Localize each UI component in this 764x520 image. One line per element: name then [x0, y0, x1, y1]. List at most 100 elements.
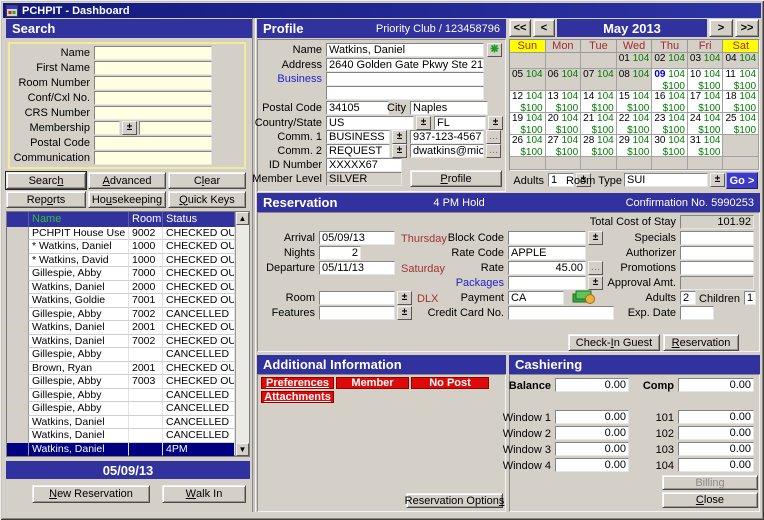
walk-in-button[interactable]: Walk In: [162, 485, 246, 503]
guest-table-row[interactable]: Watkins, Daniel2000CHECKED OUT: [7, 281, 235, 294]
search-button[interactable]: Search: [6, 172, 86, 189]
advanced-button[interactable]: Advanced: [88, 172, 166, 189]
calendar-day-cell[interactable]: 04104: [723, 53, 759, 69]
guest-table-row[interactable]: Gillespie, Abby7002CANCELLED: [7, 308, 235, 321]
guest-table-row[interactable]: Watkins, Daniel2001CHECKED OUT: [7, 321, 235, 334]
search-first-name-input[interactable]: [94, 61, 212, 75]
business-field-2[interactable]: [326, 86, 484, 100]
comm2-value-field[interactable]: dwatkins@micros: [410, 144, 484, 158]
calendar-day-cell[interactable]: 09104$100: [652, 69, 688, 91]
business-label[interactable]: Business: [246, 72, 322, 86]
calendar-day-cell[interactable]: 05104: [510, 69, 546, 91]
id-number-field[interactable]: XXXXX67: [326, 158, 402, 172]
profile-button[interactable]: Profile: [410, 170, 502, 187]
calendar-day-cell[interactable]: 25104$100: [723, 113, 759, 135]
guest-table-row[interactable]: Watkins, Goldie7001CHECKED OUT: [7, 294, 235, 307]
country-dropdown-button[interactable]: ±: [416, 116, 431, 130]
room-type-qb-dropdown-button[interactable]: ±: [710, 173, 725, 187]
calendar-day-cell[interactable]: 27104$100: [546, 135, 582, 157]
calendar-day-cell[interactable]: 29104$100: [617, 135, 653, 157]
business-field-1[interactable]: [326, 72, 484, 86]
search-room-number-input[interactable]: [94, 76, 212, 90]
city-field[interactable]: Naples: [410, 101, 488, 115]
specials-field[interactable]: [680, 231, 754, 245]
calendar-prev-button[interactable]: <: [533, 19, 555, 37]
packages-label[interactable]: Packages: [420, 276, 504, 290]
payment-field[interactable]: CA: [508, 291, 564, 305]
guest-table-row[interactable]: Watkins, DanielCANCELLED: [7, 429, 235, 442]
features-field[interactable]: [319, 306, 395, 320]
comm1-value-field[interactable]: 937-123-4567: [410, 130, 484, 144]
search-membership-type-input[interactable]: [94, 121, 120, 135]
search-crs-number-input[interactable]: [94, 106, 212, 120]
new-reservation-button[interactable]: New Reservation: [32, 485, 150, 503]
children-field[interactable]: 1: [744, 291, 756, 305]
guest-table-row[interactable]: Brown, Ryan2001CHECKED OUT: [7, 362, 235, 375]
guest-table-row[interactable]: Watkins, Daniel4PM: [7, 443, 235, 456]
search-membership-number-input[interactable]: [139, 121, 212, 135]
search-conf-cxl-input[interactable]: [94, 91, 212, 105]
profile-postal-code-field[interactable]: 34105: [326, 101, 389, 115]
features-dropdown-button[interactable]: ±: [397, 306, 412, 320]
calendar-day-cell[interactable]: 31104$100: [688, 135, 724, 157]
adults-field[interactable]: 2: [680, 291, 696, 305]
calendar-day-cell[interactable]: 20104$100: [546, 113, 582, 135]
preferences-badge[interactable]: Preferences: [261, 377, 334, 389]
comm1-ellipsis-button[interactable]: …: [486, 130, 501, 144]
comm1-dropdown-button[interactable]: ±: [392, 130, 407, 144]
close-button[interactable]: Close: [662, 492, 758, 508]
calendar-day-cell[interactable]: 23104$100: [652, 113, 688, 135]
calendar-day-cell[interactable]: 17104$100: [688, 91, 724, 113]
profile-name-field[interactable]: Watkins, Daniel: [326, 43, 484, 57]
search-postal-code-input[interactable]: [94, 136, 212, 150]
member-badge[interactable]: Member: [336, 377, 409, 389]
calendar-day-cell[interactable]: 08104: [617, 69, 653, 91]
calendar-day-cell[interactable]: 19104$100: [510, 113, 546, 135]
state-dropdown-button[interactable]: ±: [488, 116, 503, 130]
guest-table-row[interactable]: Watkins, Daniel7002CHECKED OUT: [7, 335, 235, 348]
calendar-next-button[interactable]: >: [709, 19, 733, 37]
status-column-header[interactable]: Status: [163, 212, 235, 227]
comm2-dropdown-button[interactable]: ±: [392, 144, 407, 158]
no-post-badge[interactable]: No Post: [411, 377, 489, 389]
go-button[interactable]: Go >: [726, 172, 758, 189]
attachments-badge[interactable]: Attachments: [261, 391, 334, 403]
reservation-options-button[interactable]: Reservation Options: [406, 493, 503, 508]
comm2-ellipsis-button[interactable]: …: [486, 144, 501, 158]
reports-button[interactable]: Reports: [6, 191, 86, 208]
calendar-day-cell[interactable]: 02104: [652, 53, 688, 69]
guest-table-row[interactable]: PCHPIT House Use9002CHECKED OUT: [7, 227, 235, 240]
calendar-day-cell[interactable]: 07104: [581, 69, 617, 91]
calendar-day-cell[interactable]: 13104$100: [546, 91, 582, 113]
departure-field[interactable]: 05/11/13: [319, 261, 395, 275]
housekeeping-button[interactable]: Housekeeping: [88, 191, 166, 208]
exp-date-field[interactable]: [680, 306, 714, 320]
address-field[interactable]: 2640 Golden Gate Pkwy Ste 211: [326, 58, 484, 72]
guest-table-row[interactable]: Gillespie, AbbyCANCELLED: [7, 348, 235, 361]
calendar-day-cell[interactable]: 01104: [617, 53, 653, 69]
room-column-header[interactable]: Room: [129, 212, 163, 227]
guest-table-row[interactable]: * Watkins, David1000CHECKED OUT: [7, 254, 235, 267]
promotions-field[interactable]: [680, 261, 754, 275]
guest-table-row[interactable]: Gillespie, Abby7003CHECKED OUT: [7, 375, 235, 388]
guest-table-row[interactable]: * Watkins, Daniel1000CHECKED OUT: [7, 240, 235, 253]
search-name-input[interactable]: [94, 46, 212, 60]
comm2-type-field[interactable]: REQUEST: [326, 144, 390, 158]
calendar-day-cell[interactable]: 10104$100: [688, 69, 724, 91]
arrival-field[interactable]: 05/09/13: [319, 231, 395, 245]
room-type-qb-field[interactable]: SUI: [624, 173, 708, 187]
calendar-day-cell[interactable]: 11104$100: [723, 69, 759, 91]
calendar-day-cell[interactable]: 22104$100: [617, 113, 653, 135]
state-field[interactable]: FL: [434, 116, 486, 130]
scroll-down-button[interactable]: ▼: [236, 443, 249, 456]
reservation-button[interactable]: Reservation: [663, 334, 739, 351]
calendar-day-cell[interactable]: 14104$100: [581, 91, 617, 113]
calendar-day-cell[interactable]: 06104: [546, 69, 582, 91]
search-communication-input[interactable]: [94, 151, 212, 165]
profile-lookup-icon[interactable]: [487, 43, 502, 57]
quick-keys-button[interactable]: Quick Keys: [168, 191, 246, 208]
calendar-day-cell[interactable]: 18104$100: [723, 91, 759, 113]
calendar-day-cell[interactable]: 21104$100: [581, 113, 617, 135]
guest-table-row[interactable]: Gillespie, AbbyCANCELLED: [7, 389, 235, 402]
guest-table-row[interactable]: Gillespie, AbbyCANCELLED: [7, 402, 235, 415]
